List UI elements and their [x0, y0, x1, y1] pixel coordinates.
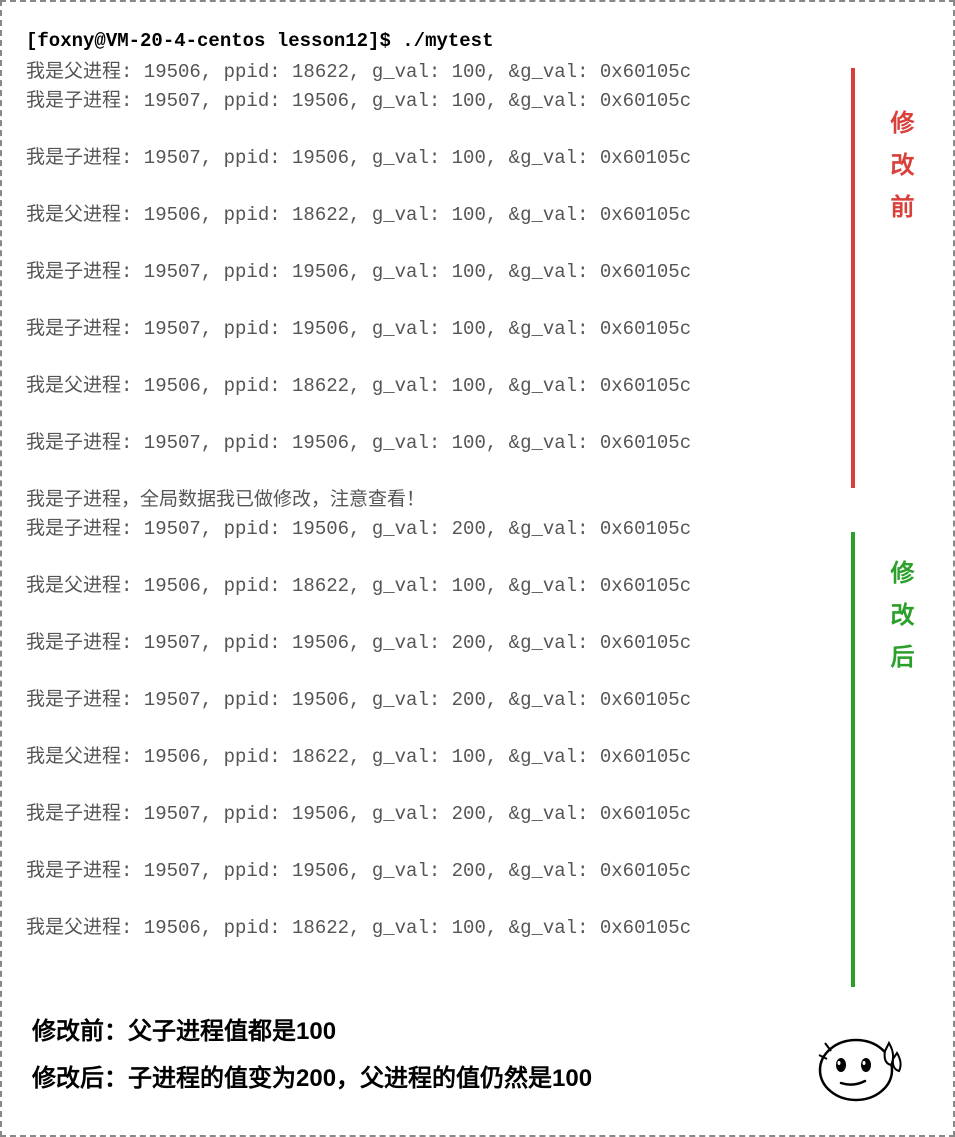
output-line: 我是父进程: 19506, ppid: 18622, g_val: 100, &…	[26, 56, 929, 83]
after-marker-bar	[851, 532, 855, 987]
output-line: 我是子进程: 19507, ppid: 19506, g_val: 200, &…	[26, 513, 929, 540]
output-line: 我是子进程: 19507, ppid: 19506, g_val: 100, &…	[26, 85, 929, 112]
output-line: 我是子进程: 19507, ppid: 19506, g_val: 100, &…	[26, 142, 929, 169]
output-line: 我是子进程: 19507, ppid: 19506, g_val: 200, &…	[26, 855, 929, 882]
summary-block: 修改前：父子进程值都是100 修改后：子进程的值变为200，父进程的值仍然是10…	[32, 1011, 592, 1105]
output-line: 我是子进程: 19507, ppid: 19506, g_val: 100, &…	[26, 427, 929, 454]
output-line: 我是父进程: 19506, ppid: 18622, g_val: 100, &…	[26, 199, 929, 226]
after-label: 修改后	[880, 560, 915, 686]
output-line: 我是子进程: 19507, ppid: 19506, g_val: 200, &…	[26, 627, 929, 654]
output-line: 我是子进程: 19507, ppid: 19506, g_val: 200, &…	[26, 798, 929, 825]
output-line: 我是父进程: 19506, ppid: 18622, g_val: 100, &…	[26, 741, 929, 768]
before-marker-bar	[851, 68, 855, 488]
summary-before: 修改前：父子进程值都是100	[32, 1011, 592, 1046]
notice-line: 我是子进程，全局数据我已做修改，注意查看！	[26, 484, 929, 511]
output-line: 我是父进程: 19506, ppid: 18622, g_val: 100, &…	[26, 570, 929, 597]
output-line: 我是子进程: 19507, ppid: 19506, g_val: 100, &…	[26, 313, 929, 340]
output-line: 我是父进程: 19506, ppid: 18622, g_val: 100, &…	[26, 370, 929, 397]
terminal-output: [foxny@VM-20-4-centos lesson12]$ ./mytes…	[26, 30, 929, 939]
output-line: 我是子进程: 19507, ppid: 19506, g_val: 100, &…	[26, 256, 929, 283]
before-label: 修改前	[880, 110, 915, 236]
sweat-face-icon	[811, 1025, 911, 1105]
output-line: 我是父进程: 19506, ppid: 18622, g_val: 100, &…	[26, 912, 929, 939]
output-line: 我是子进程: 19507, ppid: 19506, g_val: 200, &…	[26, 684, 929, 711]
summary-after: 修改后：子进程的值变为200，父进程的值仍然是100	[32, 1058, 592, 1093]
command-prompt: [foxny@VM-20-4-centos lesson12]$ ./mytes…	[26, 30, 929, 52]
